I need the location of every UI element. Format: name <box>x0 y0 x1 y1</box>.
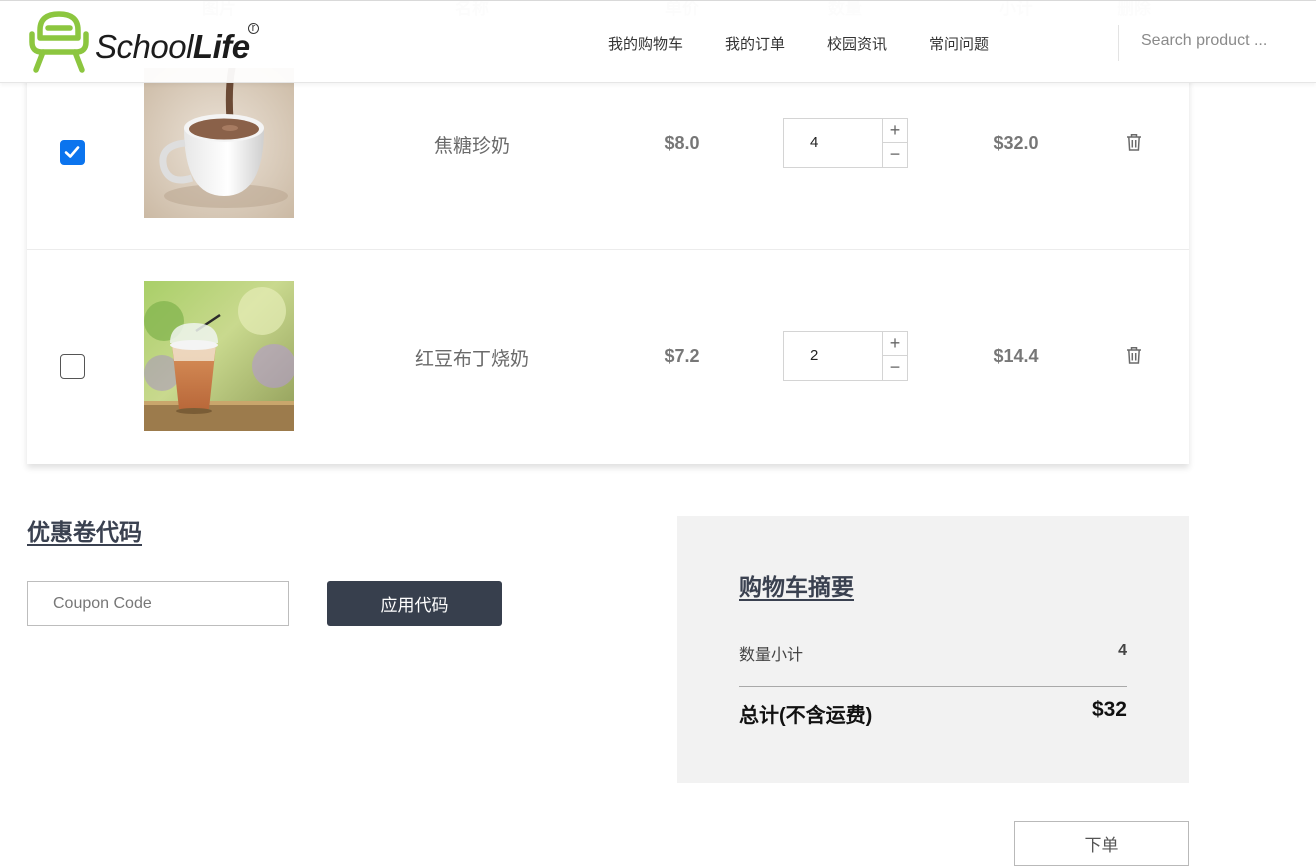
product-name: 焦糖珍奶 <box>433 136 510 157</box>
nav-my-orders[interactable]: 我的订单 <box>725 33 785 54</box>
quantity-value[interactable]: 4 <box>810 134 818 151</box>
product-image <box>144 68 294 218</box>
main-nav: 我的购物车 我的订单 校园资讯 常问问题 <box>608 33 1031 54</box>
quantity-stepper: 4 + − <box>783 118 908 168</box>
nav-campus-news[interactable]: 校园资讯 <box>827 33 887 54</box>
search-input[interactable] <box>1130 25 1306 57</box>
increment-button[interactable]: + <box>883 119 907 143</box>
logo[interactable]: SchoolLife r <box>26 8 266 74</box>
apply-coupon-button[interactable]: 应用代码 <box>327 581 502 626</box>
product-name: 红豆布丁烧奶 <box>414 349 529 370</box>
quantity-subtotal-label: 数量小计 <box>739 647 804 664</box>
total-label: 总计(不含运费) <box>739 705 873 727</box>
quantity-stepper: 2 + − <box>783 331 908 381</box>
unit-price: $7.2 <box>664 346 700 366</box>
quantity-subtotal-value: 4 <box>1118 642 1127 659</box>
coupon-code-input[interactable] <box>27 581 289 626</box>
trash-icon[interactable] <box>1126 133 1142 151</box>
unit-price: $8.0 <box>664 133 700 153</box>
trash-icon[interactable] <box>1126 346 1142 364</box>
nav-my-cart[interactable]: 我的购物车 <box>608 33 683 54</box>
logo-chair-icon <box>29 11 89 73</box>
navbar: SchoolLife r 我的购物车 我的订单 校园资讯 常问问题 <box>0 0 1316 83</box>
quantity-buttons: + − <box>882 332 907 380</box>
checkmark-icon <box>64 146 80 158</box>
total-value: $32 <box>1091 698 1127 721</box>
row-subtotal: $32.0 <box>993 133 1039 153</box>
increment-button[interactable]: + <box>883 332 907 356</box>
cart-table: 焦糖珍奶 $8.0 4 + − $32.0 红豆布丁烧奶 $7.2 2 + − … <box>27 36 1189 464</box>
row-subtotal: $14.4 <box>993 346 1039 366</box>
decrement-button[interactable]: − <box>883 143 907 167</box>
logo-text: SchoolLife <box>95 28 250 65</box>
quantity-value[interactable]: 2 <box>810 347 818 364</box>
summary-title: 购物车摘要 <box>739 574 854 600</box>
table-row: 红豆布丁烧奶 $7.2 2 + − $14.4 <box>27 250 1189 463</box>
nav-faq[interactable]: 常问问题 <box>929 33 989 54</box>
registered-icon: r <box>248 23 259 34</box>
product-image <box>144 281 294 431</box>
coupon-title: 优惠卷代码 <box>27 519 142 545</box>
row-select-checkbox[interactable] <box>60 140 85 165</box>
decrement-button[interactable]: − <box>883 356 907 380</box>
place-order-button[interactable]: 下单 <box>1014 821 1189 866</box>
quantity-buttons: + − <box>882 119 907 167</box>
cart-summary: 购物车摘要 数量小计 4 总计(不含运费) $32 <box>677 516 1189 783</box>
row-select-checkbox[interactable] <box>60 354 85 379</box>
nav-divider <box>1118 25 1119 61</box>
summary-divider <box>739 686 1127 687</box>
